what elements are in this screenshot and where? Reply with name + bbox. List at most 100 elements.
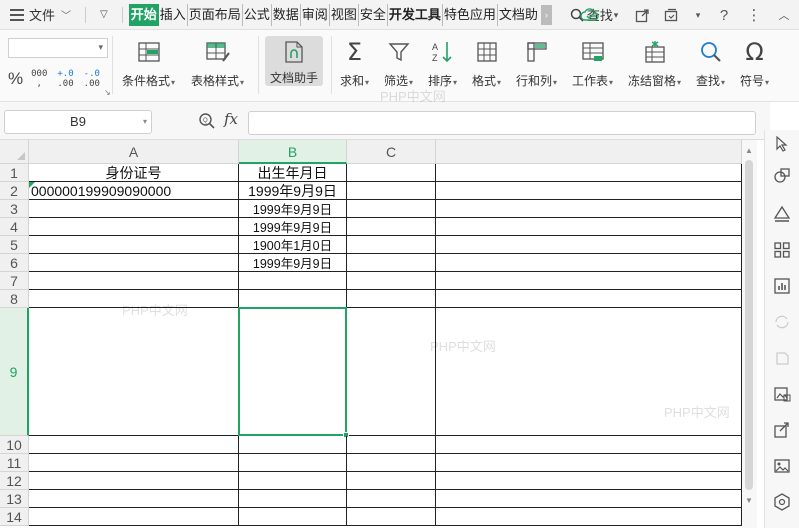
- tab-data[interactable]: 数据: [272, 3, 301, 26]
- cell-d12[interactable]: [436, 472, 742, 490]
- symbol-button[interactable]: Ω 符号▾: [740, 38, 769, 94]
- cell-a10[interactable]: [29, 436, 239, 454]
- cell-c1[interactable]: [347, 164, 436, 182]
- cell-a13[interactable]: [29, 490, 239, 508]
- cell-a14[interactable]: [29, 508, 239, 526]
- chart-icon[interactable]: [772, 276, 792, 296]
- cell-a1[interactable]: 身份证号: [29, 164, 239, 182]
- cell-d7[interactable]: [436, 272, 742, 290]
- insert-function-button[interactable]: fx: [224, 110, 238, 128]
- cell-c13[interactable]: [347, 490, 436, 508]
- cell-c14[interactable]: [347, 508, 436, 526]
- cell-b7[interactable]: [239, 272, 347, 290]
- cell-b8[interactable]: [239, 290, 347, 308]
- zoom-formula-icon[interactable]: Q: [198, 112, 216, 133]
- cell-d2[interactable]: [436, 182, 742, 200]
- cell-b4[interactable]: 1999年9月9日: [239, 218, 347, 236]
- table-style-button[interactable]: 表格样式▾: [191, 38, 244, 94]
- conditional-format-button[interactable]: 条件格式▾: [122, 38, 175, 94]
- cell-b9[interactable]: [239, 308, 347, 436]
- cell-b6[interactable]: 1999年9月9日: [239, 254, 347, 272]
- row-header-1[interactable]: 1: [0, 164, 29, 182]
- cloud-sync-icon[interactable]: [575, 0, 605, 30]
- row-header-10[interactable]: 10: [0, 436, 29, 454]
- row-header-8[interactable]: 8: [0, 290, 29, 308]
- worksheet-button[interactable]: 工作表▾: [572, 38, 613, 94]
- cell-c7[interactable]: [347, 272, 436, 290]
- scrollbar-thumb[interactable]: [745, 160, 753, 490]
- row-header-5[interactable]: 5: [0, 236, 29, 254]
- cell-b1[interactable]: 出生年月日: [239, 164, 347, 182]
- dialog-launcher-icon[interactable]: ↘: [104, 88, 111, 97]
- tab-developer[interactable]: 开发工具: [388, 3, 443, 26]
- doc-helper-button[interactable]: 文档助手: [265, 36, 324, 86]
- tab-insert[interactable]: 插入: [159, 3, 188, 26]
- cell-a7[interactable]: [29, 272, 239, 290]
- row-col-button[interactable]: 行和列▾: [516, 38, 557, 94]
- spreadsheet-grid[interactable]: ABC 1 身份证号 出生年月日 2 000000199909090000 1999年9月…: [0, 140, 742, 528]
- tab-page-layout[interactable]: 页面布局: [188, 3, 243, 26]
- row-header-12[interactable]: 12: [0, 472, 29, 490]
- cell-d3[interactable]: [436, 200, 742, 218]
- row-header-9[interactable]: 9: [0, 308, 29, 436]
- cell-c5[interactable]: [347, 236, 436, 254]
- share-icon[interactable]: [627, 0, 657, 30]
- collapse-ribbon-icon[interactable]: ︿: [769, 0, 799, 30]
- cell-b3[interactable]: 1999年9月9日: [239, 200, 347, 218]
- column-header-c[interactable]: C: [347, 140, 436, 164]
- security-shield-icon[interactable]: [772, 492, 792, 512]
- tab-special-apps[interactable]: 特色应用: [443, 3, 498, 26]
- scroll-down-icon[interactable]: ▼: [745, 496, 753, 505]
- share-export-icon[interactable]: [772, 420, 792, 440]
- row-header-7[interactable]: 7: [0, 272, 29, 290]
- tab-security[interactable]: 安全: [359, 3, 388, 26]
- increase-decimal-button[interactable]: +.0.00: [57, 69, 73, 89]
- name-box[interactable]: B9 ▾: [4, 110, 152, 134]
- cell-c8[interactable]: [347, 290, 436, 308]
- chevron-down-icon[interactable]: ▾: [687, 0, 709, 30]
- cell-c12[interactable]: [347, 472, 436, 490]
- tab-formula[interactable]: 公式: [243, 3, 272, 26]
- cell-d11[interactable]: [436, 454, 742, 472]
- quick-access-dropdown[interactable]: ▽: [92, 9, 116, 20]
- cell-b2[interactable]: 1999年9月9日: [239, 182, 347, 200]
- cell-d10[interactable]: [436, 436, 742, 454]
- shapes-icon[interactable]: [772, 166, 792, 186]
- tab-doc-helper[interactable]: 文档助: [498, 4, 539, 26]
- cell-b12[interactable]: [239, 472, 347, 490]
- sum-button[interactable]: Σ 求和▾: [340, 38, 369, 94]
- cell-a2[interactable]: 000000199909090000: [29, 182, 239, 200]
- cell-b10[interactable]: [239, 436, 347, 454]
- cell-c3[interactable]: [347, 200, 436, 218]
- row-header-14[interactable]: 14: [0, 508, 29, 526]
- sort-button[interactable]: AZ 排序▾: [428, 38, 457, 94]
- more-options-icon[interactable]: ⋮: [739, 0, 769, 30]
- cell-c9[interactable]: [347, 308, 436, 436]
- row-header-13[interactable]: 13: [0, 490, 29, 508]
- row-header-6[interactable]: 6: [0, 254, 29, 272]
- file-menu[interactable]: 文件 ﹀: [0, 0, 79, 30]
- cell-c11[interactable]: [347, 454, 436, 472]
- export-icon[interactable]: [657, 0, 687, 30]
- row-header-3[interactable]: 3: [0, 200, 29, 218]
- select-pointer-icon[interactable]: [772, 134, 792, 154]
- find-button[interactable]: 查找▾: [696, 38, 725, 94]
- cell-d5[interactable]: [436, 236, 742, 254]
- cell-c10[interactable]: [347, 436, 436, 454]
- cell-a4[interactable]: [29, 218, 239, 236]
- row-header-2[interactable]: 2: [0, 182, 29, 200]
- picture-icon[interactable]: [772, 456, 792, 476]
- image-edit-icon[interactable]: [772, 384, 792, 404]
- tab-home[interactable]: 开始: [128, 3, 159, 26]
- cell-b11[interactable]: [239, 454, 347, 472]
- cell-d14[interactable]: [436, 508, 742, 526]
- row-header-4[interactable]: 4: [0, 218, 29, 236]
- cell-d4[interactable]: [436, 218, 742, 236]
- freeze-panes-button[interactable]: 冻结窗格▾: [628, 38, 681, 94]
- column-header-b[interactable]: B: [239, 140, 347, 164]
- cell-b5[interactable]: 1900年1月0日: [239, 236, 347, 254]
- formula-input[interactable]: [248, 111, 756, 135]
- help-icon[interactable]: ?: [709, 0, 739, 30]
- number-format-select[interactable]: ▾: [8, 38, 108, 58]
- cell-b13[interactable]: [239, 490, 347, 508]
